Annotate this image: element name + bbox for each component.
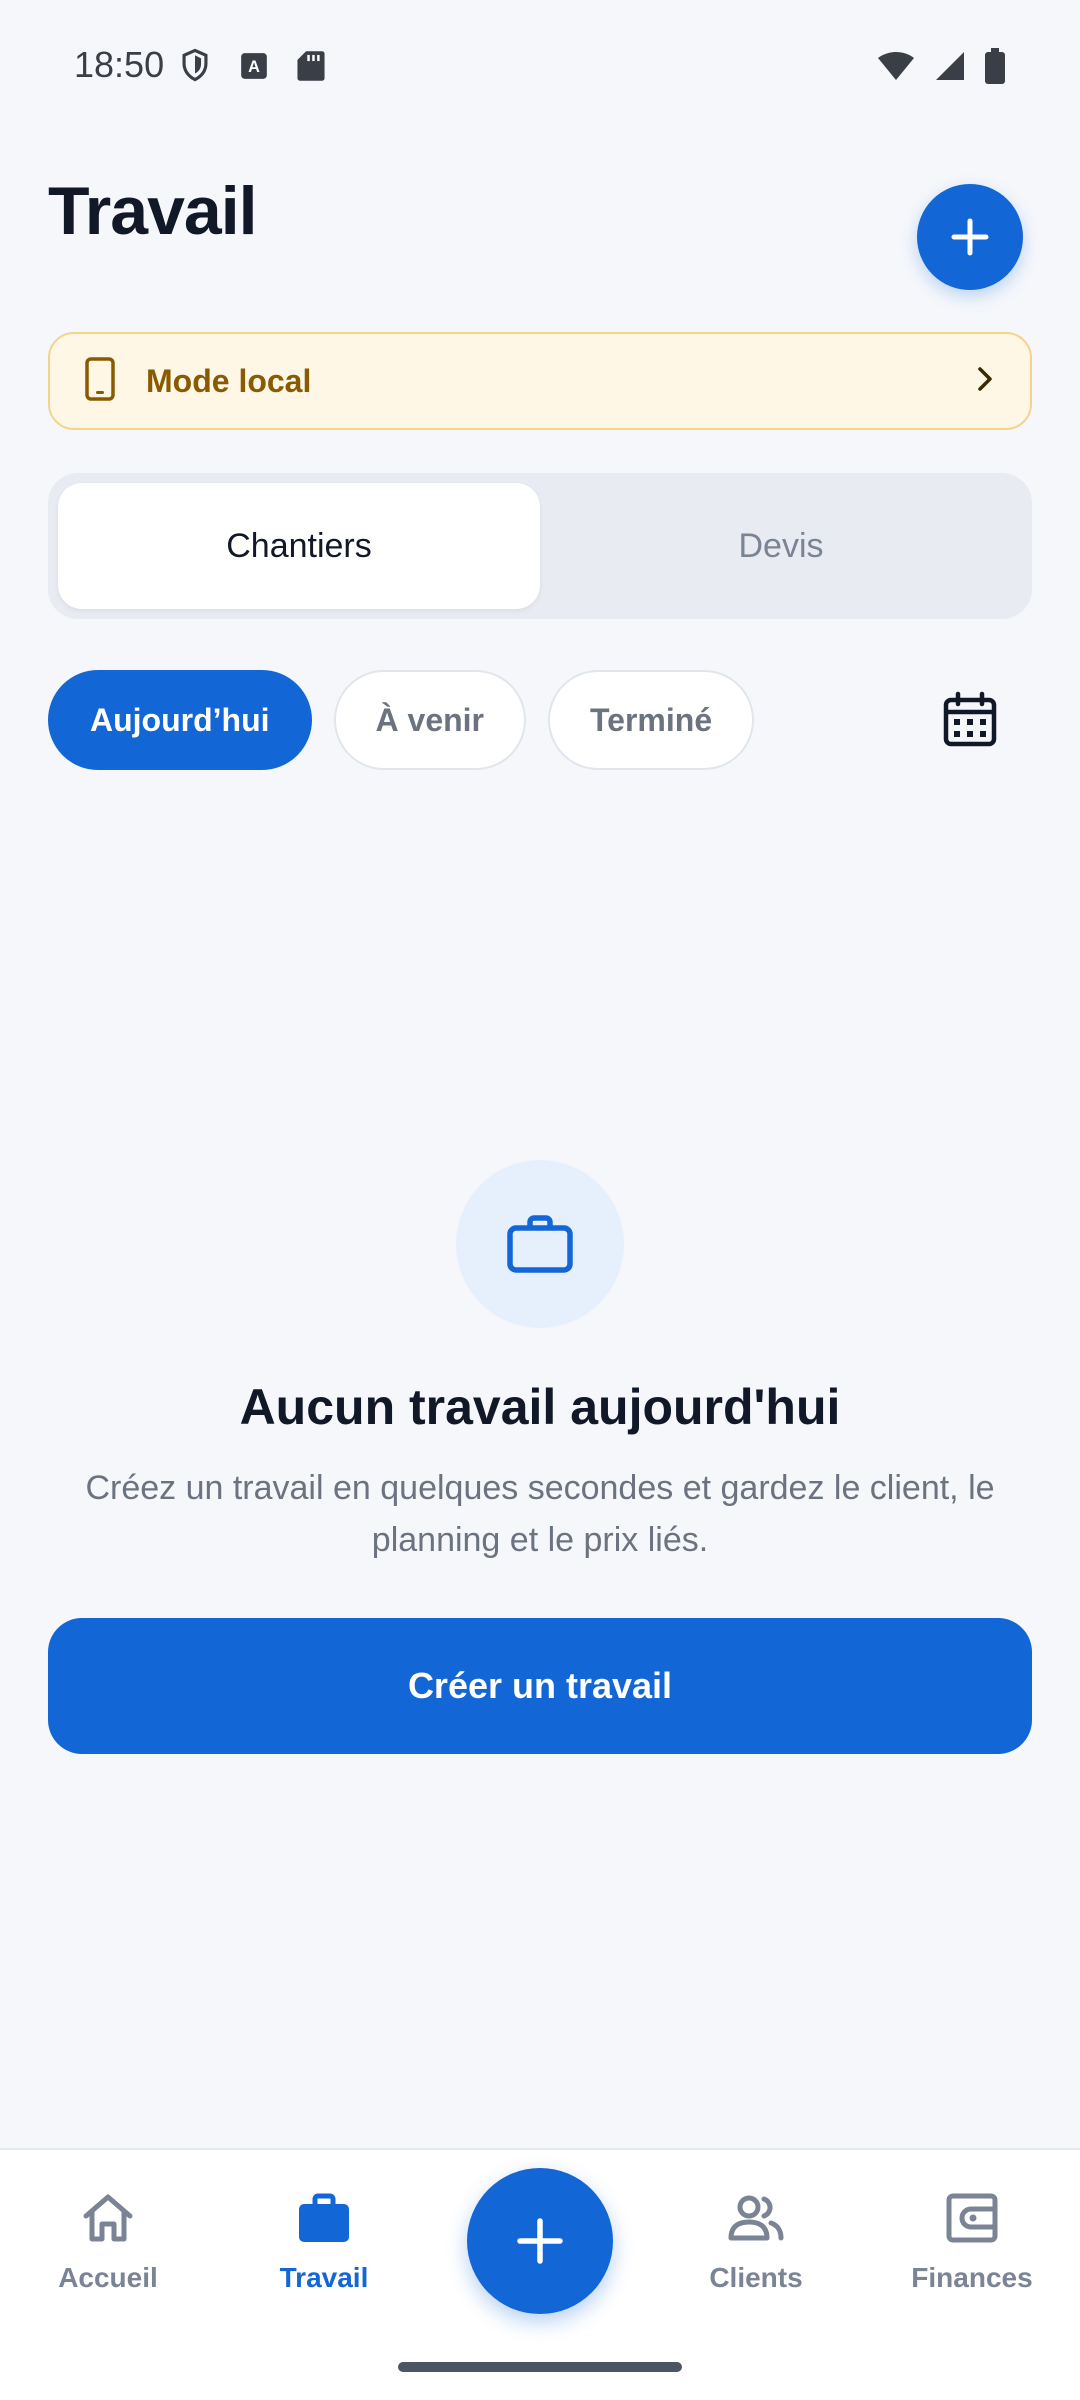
briefcase-icon [299,2193,349,2242]
empty-state-icon-badge [456,1160,624,1328]
calendar-button[interactable] [940,690,1000,750]
empty-state-title: Aucun travail aujourd'hui [239,1379,841,1435]
empty-state-description: Créez un travail en quelques secondes et… [85,1469,995,1559]
signal-icon [934,50,966,87]
segment-control: Chantiers Devis [48,473,1032,619]
battery-icon [984,48,1006,89]
nav-label-finances: Finances [911,2262,1033,2293]
create-job-button[interactable]: Créer un travail [48,1618,1032,1754]
status-time: 18:50 [74,44,165,85]
tab-chantiers[interactable]: Chantiers [58,483,540,609]
sd-card-icon [296,50,326,87]
status-right [876,48,1006,89]
status-bar: 18:50 A [0,0,1080,130]
nav-label-clients: Clients [709,2262,803,2293]
shield-icon [180,48,210,87]
home-indicator[interactable] [398,2362,682,2372]
home-icon [83,2194,133,2242]
nav-add-button[interactable] [467,2168,613,2314]
filter-chips: Aujourd’hui À venir Terminé [48,670,755,770]
nav-item-accueil[interactable]: Accueil [8,2190,208,2294]
nav-item-clients[interactable]: Clients [656,2190,856,2294]
calendar-icon [943,691,997,747]
local-mode-banner[interactable]: Mode local [48,332,1032,430]
chip-done[interactable]: Terminé [548,670,755,770]
plus-icon [951,218,989,256]
chevron-right-icon [974,364,996,399]
local-mode-label: Mode local [146,362,312,399]
briefcase-icon [507,1215,573,1273]
nav-label-accueil: Accueil [58,2262,158,2293]
nav-label-travail: Travail [279,2262,369,2293]
screen: 18:50 A Travail Mode local Chantiers Dev… [0,0,1080,2400]
plus-icon [517,2218,563,2264]
page-title: Travail [48,173,257,249]
phone-icon [84,356,116,406]
people-icon [728,2195,784,2241]
wallet-icon [946,2193,998,2243]
add-button[interactable] [917,184,1023,290]
chip-today[interactable]: Aujourd’hui [48,670,312,770]
wifi-icon [876,50,916,87]
nav-item-travail[interactable]: Travail [224,2190,424,2294]
chip-upcoming[interactable]: À venir [333,670,526,770]
nav-item-finances[interactable]: Finances [872,2190,1072,2294]
font-icon: A [240,52,268,85]
svg-text:A: A [248,58,260,76]
tab-devis[interactable]: Devis [540,483,1022,609]
